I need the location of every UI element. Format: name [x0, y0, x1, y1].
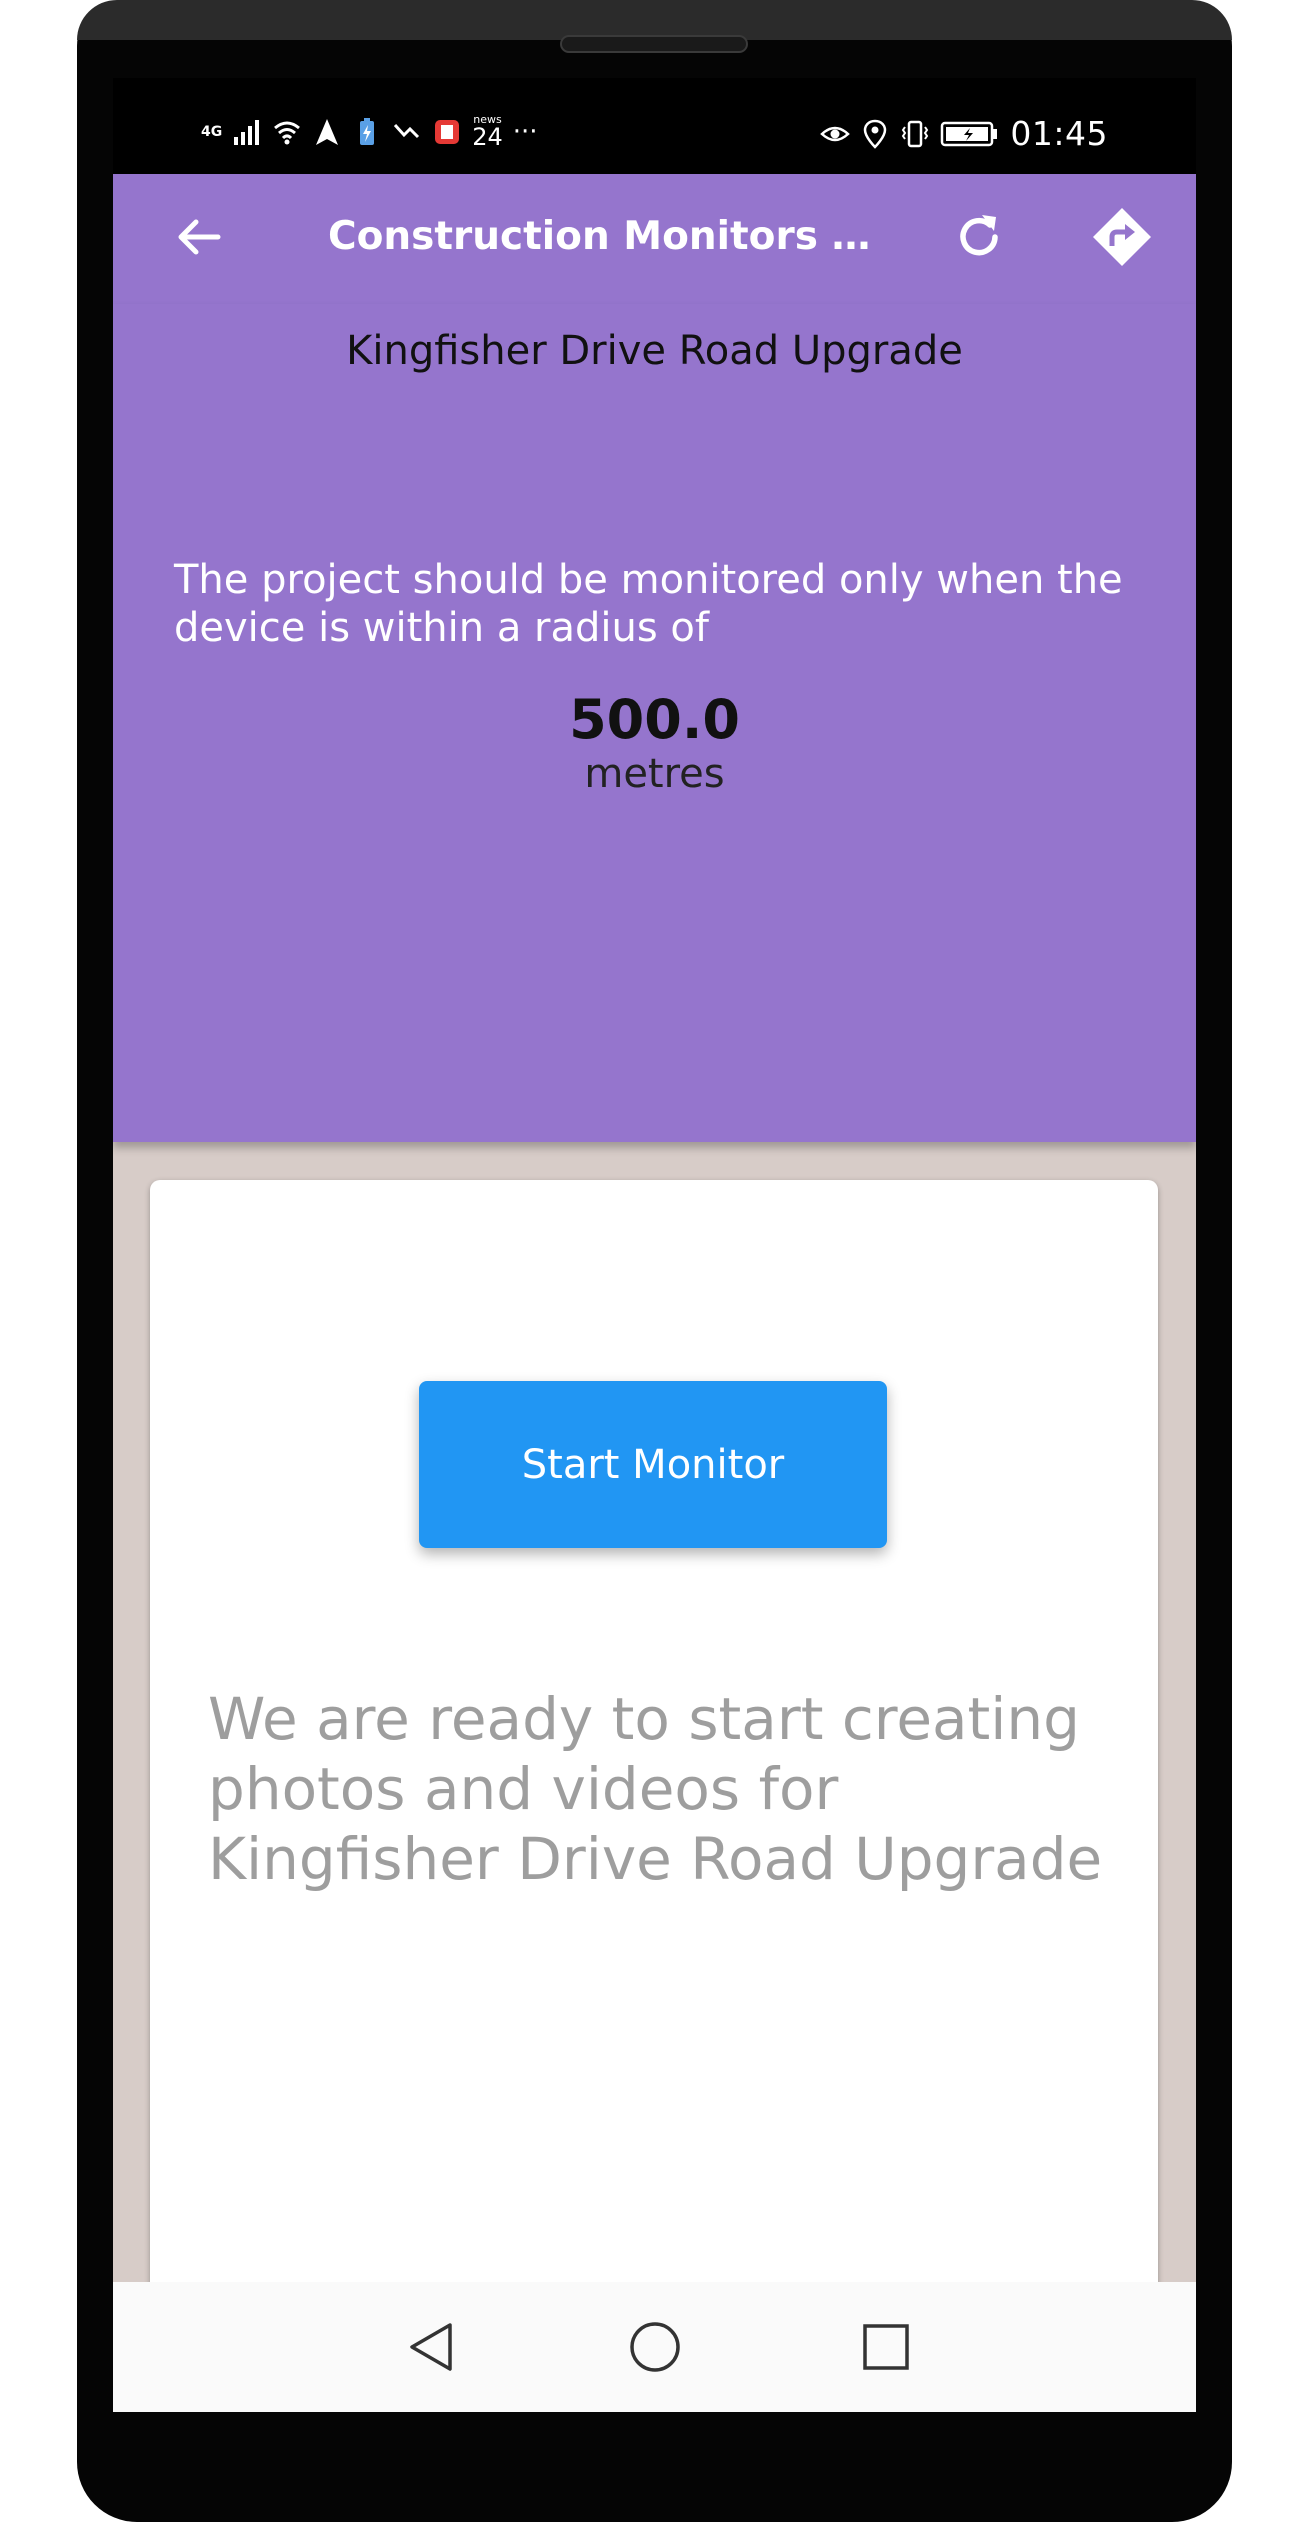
start-monitor-button[interactable]: Start Monitor [419, 1381, 887, 1548]
phone-top-edge [77, 0, 1232, 40]
directions-button[interactable] [1091, 206, 1153, 268]
refresh-icon [960, 215, 998, 256]
system-nav-bar [113, 2282, 1196, 2412]
nav-back-triangle-icon [410, 2323, 452, 2371]
nav-back-button[interactable] [397, 2312, 467, 2382]
missed-call-icon [394, 123, 420, 138]
monitor-card: Start Monitor We are ready to start crea… [150, 1180, 1158, 2322]
screen: 4G news 24 ··· 01:45 Construction Monito… [113, 78, 1196, 2412]
nav-home-button[interactable] [620, 2312, 690, 2382]
phone-speaker [560, 35, 748, 53]
radius-description: The project should be monitored only whe… [174, 557, 1123, 651]
ready-message: We are ready to start creating photos an… [208, 1685, 1103, 1893]
navigation-arrow-icon [316, 118, 339, 145]
battery-saver-icon [360, 117, 375, 145]
more-notifications-icon: ··· [512, 116, 538, 147]
app-bar: Construction Monitors Pty... [113, 174, 1196, 304]
wifi-icon [274, 121, 301, 144]
status-time: 01:45 [1010, 114, 1108, 153]
radius-value: 500.0 [569, 688, 740, 751]
news24-bottom-label: 24 [472, 123, 503, 151]
app-notification-icon [435, 119, 460, 144]
nav-recents-square-icon [863, 2324, 909, 2370]
location-icon [864, 119, 887, 149]
nav-home-circle-icon [630, 2322, 680, 2372]
project-header-panel: Kingfisher Drive Road Upgrade The projec… [113, 304, 1196, 1142]
vibrate-icon [902, 120, 929, 147]
eye-comfort-icon [820, 126, 851, 141]
status-bar: 4G news 24 ··· 01:45 [113, 78, 1196, 174]
refresh-button[interactable] [948, 206, 1010, 268]
arrow-back-icon [178, 219, 221, 255]
nav-recents-button[interactable] [851, 2312, 921, 2382]
news24-icon: news 24 [472, 114, 503, 149]
signal-icon [234, 119, 260, 145]
app-title: Construction Monitors Pty... [328, 214, 888, 259]
network-type-label: 4G [201, 123, 223, 140]
status-right-icons: 01:45 [820, 114, 1108, 153]
project-name: Kingfisher Drive Road Upgrade [346, 328, 963, 374]
radius-unit: metres [584, 751, 725, 797]
status-left-icons: 4G news 24 ··· [201, 114, 538, 149]
battery-icon [941, 121, 998, 146]
directions-icon [1093, 208, 1151, 266]
back-button[interactable] [168, 206, 230, 268]
